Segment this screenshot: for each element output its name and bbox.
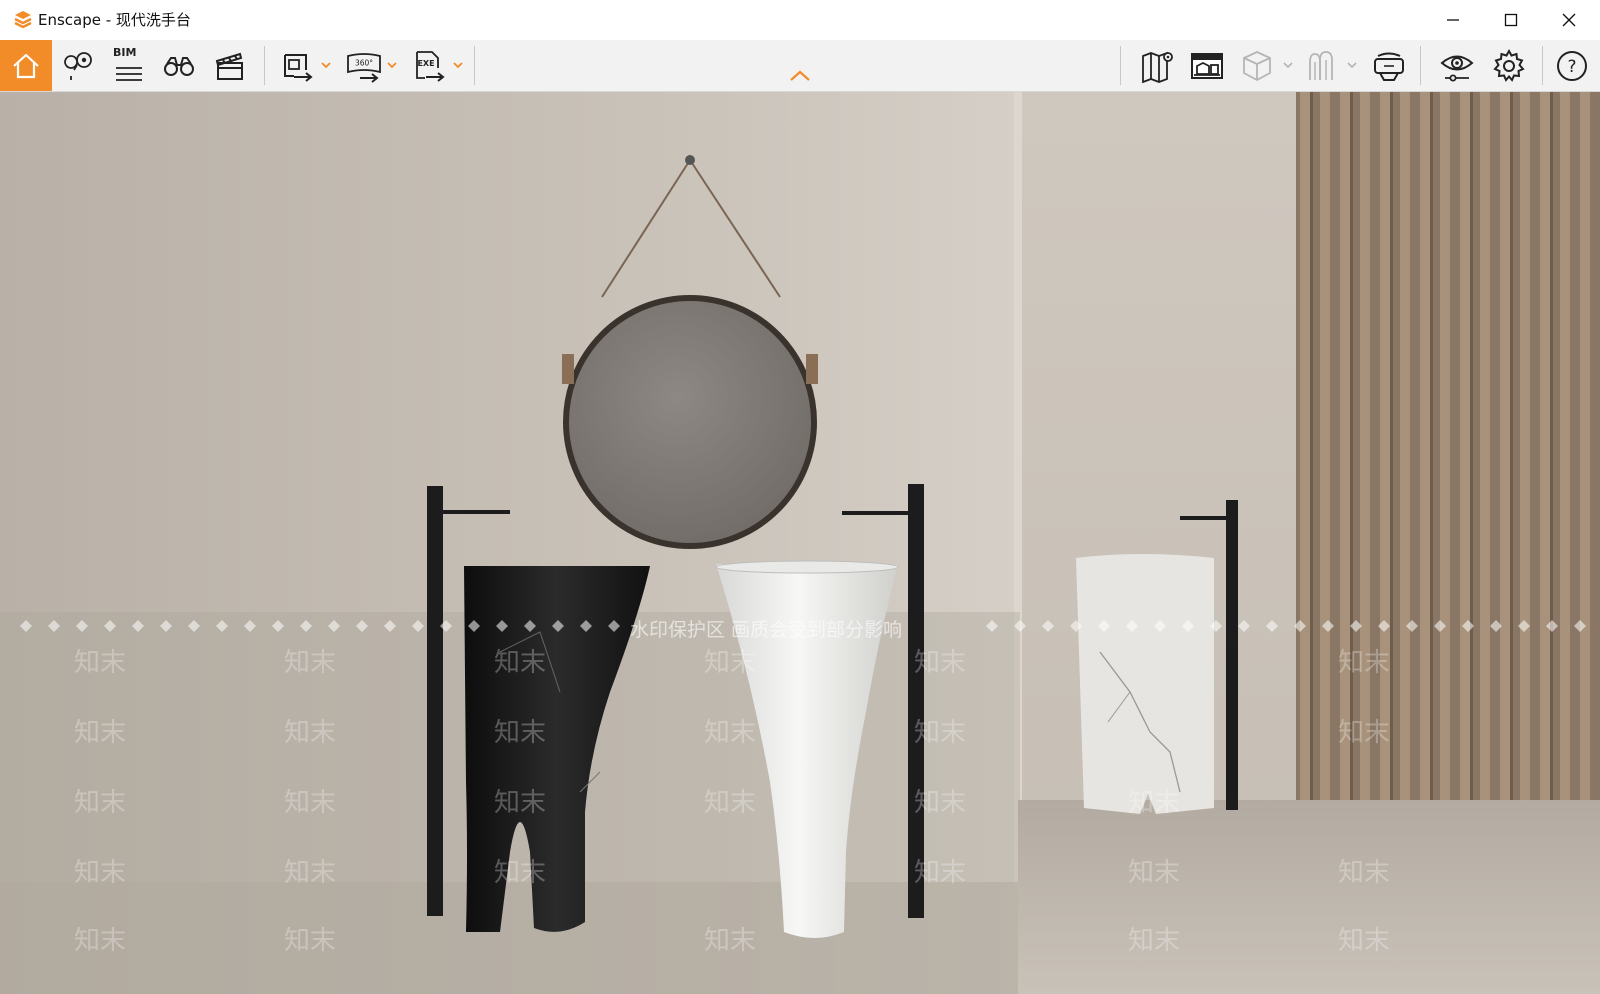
minimize-icon bbox=[1447, 19, 1459, 21]
help-label: ? bbox=[1567, 57, 1576, 77]
views-button[interactable] bbox=[56, 40, 102, 91]
exe-label: EXE bbox=[417, 59, 434, 68]
help-icon: ? bbox=[1557, 50, 1587, 81]
eye-icon bbox=[1440, 55, 1474, 81]
window-title: Enscape - 现代洗手台 bbox=[38, 11, 191, 29]
watermark-mark: 知末 bbox=[1338, 858, 1391, 888]
watermark-mark: 知末 bbox=[704, 718, 757, 748]
map-button[interactable] bbox=[1134, 40, 1180, 91]
vr-headset-icon bbox=[1374, 52, 1404, 81]
cube-icon bbox=[1243, 50, 1271, 81]
watermark-mark: 知末 bbox=[1128, 858, 1181, 888]
minimize-button[interactable] bbox=[1424, 0, 1482, 40]
map-pin-icon bbox=[64, 51, 92, 80]
watermark-mark: 知末 bbox=[914, 788, 967, 818]
chevron-down-icon[interactable] bbox=[386, 59, 398, 71]
watermark-mark: 知末 bbox=[1128, 926, 1181, 956]
watermark-mark: 知末 bbox=[1338, 648, 1391, 678]
watermark-mark: 知末 bbox=[74, 718, 127, 748]
watermark-mark: 知末 bbox=[74, 788, 127, 818]
exe-export-icon: EXE bbox=[416, 50, 445, 82]
video-editor-button[interactable] bbox=[207, 40, 253, 91]
watermark-mark: 知末 bbox=[494, 858, 547, 888]
vr-button[interactable] bbox=[1366, 40, 1412, 91]
gear-icon bbox=[1493, 48, 1525, 82]
collapse-toolbar-button[interactable] bbox=[784, 64, 816, 88]
toolbar-separator bbox=[264, 46, 265, 85]
export-exe-button[interactable]: EXE bbox=[406, 40, 452, 91]
panorama-button[interactable]: 360° bbox=[341, 40, 387, 91]
enscape-logo-icon bbox=[14, 11, 32, 29]
toolbar-separator bbox=[474, 46, 475, 85]
asset-library-icon bbox=[1191, 52, 1223, 79]
chevron-down-icon[interactable] bbox=[1282, 59, 1294, 71]
render-image-export-icon bbox=[284, 53, 313, 82]
watermark-mark: 知末 bbox=[74, 648, 127, 678]
panorama-label: 360° bbox=[355, 58, 373, 67]
binoculars-button[interactable] bbox=[156, 40, 202, 91]
atmosphere-button[interactable] bbox=[1300, 40, 1342, 91]
watermark-mark: 知末 bbox=[284, 926, 337, 956]
panorama-360-icon: 360° bbox=[347, 52, 381, 83]
main-toolbar: BIM 360° EXE ? bbox=[0, 40, 1600, 92]
watermark-mark: 知末 bbox=[914, 648, 967, 678]
maximize-button[interactable] bbox=[1482, 0, 1540, 40]
watermark-mark: 知末 bbox=[284, 858, 337, 888]
clapperboard-icon bbox=[215, 52, 243, 80]
close-icon bbox=[1562, 13, 1576, 27]
watermark-mark: 知末 bbox=[284, 718, 337, 748]
watermark-mark: 知末 bbox=[704, 648, 757, 678]
bim-label: BIM bbox=[113, 46, 137, 59]
bim-button[interactable]: BIM bbox=[106, 40, 152, 91]
settings-button[interactable] bbox=[1486, 40, 1532, 91]
watermark-mark: 知末 bbox=[914, 718, 967, 748]
home-icon bbox=[13, 53, 39, 78]
watermark-mark: 知末 bbox=[1338, 926, 1391, 956]
close-button[interactable] bbox=[1540, 0, 1598, 40]
visual-settings-button[interactable] bbox=[1434, 40, 1480, 91]
toolbar-separator bbox=[1542, 46, 1543, 85]
watermark-dot-band: 水印保护区 画质会受到部分影响 bbox=[0, 614, 1600, 638]
binoculars-icon bbox=[164, 56, 194, 76]
watermark-mark: 知末 bbox=[914, 858, 967, 888]
chevron-down-icon[interactable] bbox=[320, 59, 332, 71]
atmosphere-icon bbox=[1309, 50, 1333, 80]
toolbar-separator bbox=[1120, 46, 1121, 85]
watermark-mark: 知末 bbox=[284, 788, 337, 818]
watermark-mark: 知末 bbox=[704, 926, 757, 956]
watermark-mark: 知末 bbox=[494, 788, 547, 818]
asset-library-button[interactable] bbox=[1184, 40, 1230, 91]
watermark-mark: 知末 bbox=[74, 926, 127, 956]
watermark-mark: 知末 bbox=[74, 858, 127, 888]
home-button[interactable] bbox=[0, 40, 52, 91]
watermark-mark: 知末 bbox=[494, 718, 547, 748]
render-viewport[interactable]: 水印保护区 画质会受到部分影响 知末 知末 知末 知末 知末 知末 知末 知末 … bbox=[0, 92, 1600, 994]
chevron-down-icon[interactable] bbox=[1346, 59, 1358, 71]
toolbar-separator bbox=[1420, 46, 1421, 85]
map-icon bbox=[1142, 51, 1173, 83]
watermark-mark: 知末 bbox=[704, 788, 757, 818]
title-bar: Enscape - 现代洗手台 bbox=[0, 0, 1600, 40]
watermark-mark: 知末 bbox=[494, 648, 547, 678]
object-button[interactable] bbox=[1236, 40, 1278, 91]
watermark-mark: 知末 bbox=[1338, 718, 1391, 748]
help-button[interactable]: ? bbox=[1548, 40, 1596, 91]
watermark-banner: 水印保护区 画质会受到部分影响 bbox=[630, 619, 903, 638]
chevron-down-icon[interactable] bbox=[452, 59, 464, 71]
maximize-icon bbox=[1504, 13, 1518, 27]
render-image-button[interactable] bbox=[275, 40, 321, 91]
chevron-up-icon bbox=[790, 70, 810, 81]
watermark-mark: 知末 bbox=[1128, 788, 1181, 818]
watermark-mark: 知末 bbox=[284, 648, 337, 678]
